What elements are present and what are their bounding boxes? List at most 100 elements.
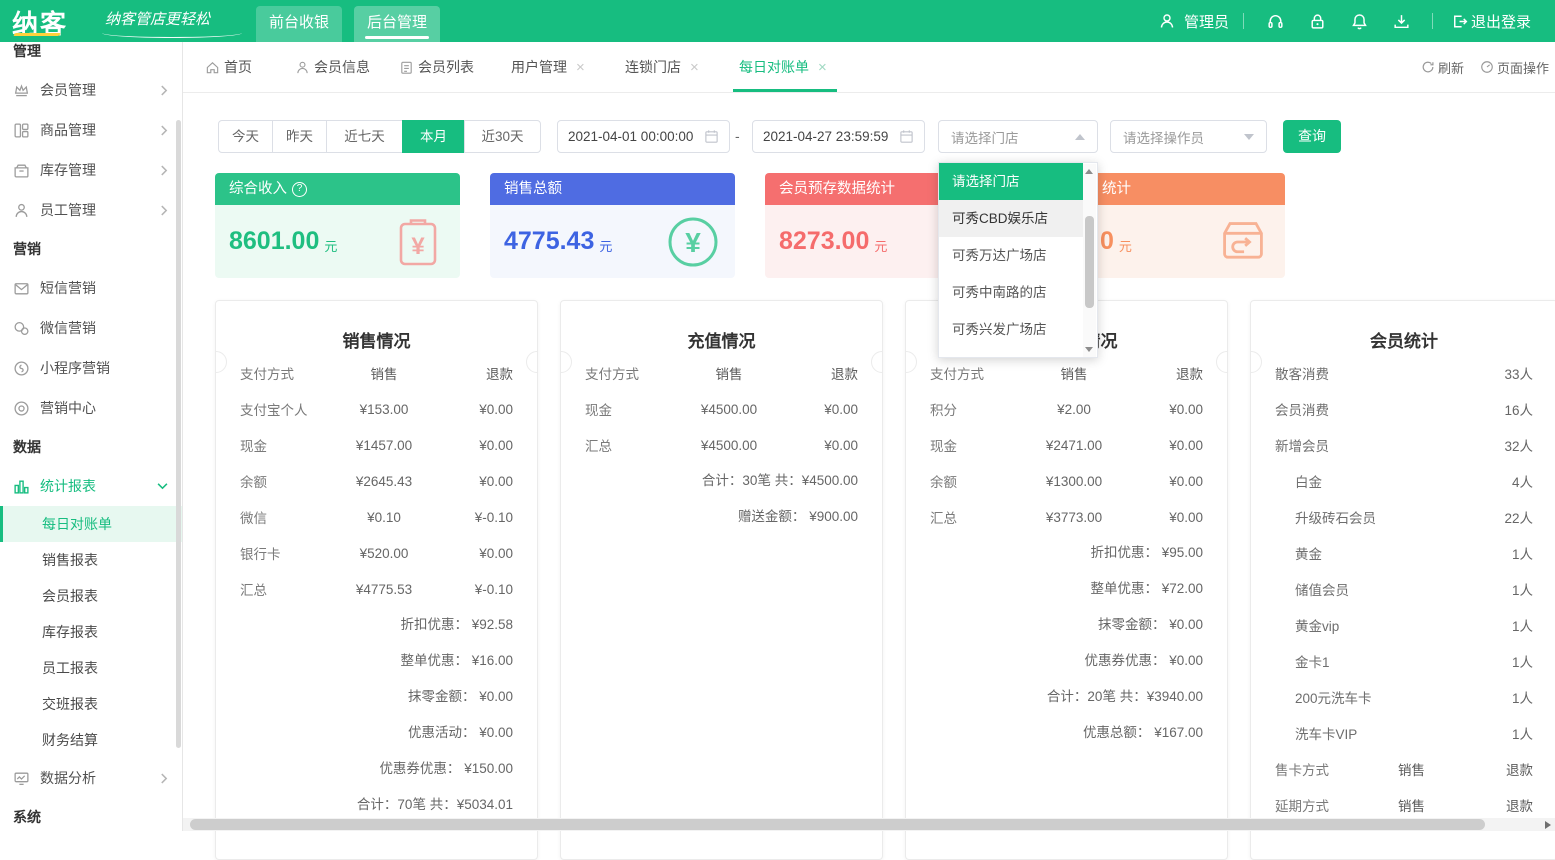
stat-row: 升级砖石会员 22人 [1251,499,1555,535]
stat-row: 黄金 1人 [1251,535,1555,571]
sidebar-item-sms-marketing[interactable]: 短信营销 [0,268,182,308]
tab-member-info[interactable]: 会员信息 [295,42,370,92]
scroll-down-icon[interactable] [1085,347,1093,352]
dropdown-option-store[interactable]: 可秀中南路的店 [939,274,1083,311]
sidebar-scrollbar[interactable] [176,120,181,748]
tab-label: 连锁门店 [625,57,681,77]
summary-line: 合计：20笔 共：¥3940.00 [906,679,1227,715]
lock-icon[interactable] [1300,0,1334,42]
circle-yen-icon: ¥ [667,216,719,268]
tab-home[interactable]: 首页 [205,42,252,92]
sidebar-item-goods-manage[interactable]: 商品管理 [0,110,182,150]
stat-row: 200元洗车卡 1人 [1251,679,1555,715]
sidebar-item-marketing-center[interactable]: 营销中心 [0,388,182,428]
panel-notch [1216,351,1238,373]
miniprogram-icon [13,360,30,377]
range-today-button[interactable]: 今天 [218,120,273,153]
sidebar-subitem-member-report[interactable]: 会员报表 [0,578,182,614]
summary-line: 整单优惠： ¥16.00 [216,643,537,679]
sidebar-subitem-staff-report[interactable]: 员工报表 [0,650,182,686]
table-row: 汇总 ¥4500.00 ¥0.00 [561,427,882,463]
sidebar-subitem-daily-statement[interactable]: 每日对账单 [0,506,182,542]
nav-back-manage[interactable]: 后台管理 [354,6,440,42]
tab-user-manage[interactable]: 用户管理 × [511,42,585,92]
dropdown-scrollbar[interactable] [1083,164,1096,357]
sidebar-item-member-manage[interactable]: 会员管理 [0,70,182,110]
sidebar-subitem-sales-report[interactable]: 销售报表 [0,542,182,578]
sidebar-item-label: 短信营销 [40,278,96,298]
sidebar-subitem-finance-settle[interactable]: 财务结算 [0,722,182,758]
tab-member-list[interactable]: 会员列表 [399,42,474,92]
table-row: 余额 ¥1300.00 ¥0.00 [906,463,1227,499]
dropdown-option-store[interactable]: 可秀汉街店 [939,348,1083,358]
range-yesterday-button[interactable]: 昨天 [272,120,327,153]
sidebar-subitem-shift-report[interactable]: 交班报表 [0,686,182,722]
sidebar-item-miniprogram-marketing[interactable]: 小程序营销 [0,348,182,388]
horizontal-scroll-thumb[interactable] [190,819,1485,830]
date-to-input[interactable]: 2021-04-27 23:59:59 [752,120,925,153]
sidebar-item-wechat-marketing[interactable]: 微信营销 [0,308,182,348]
close-icon[interactable]: × [690,59,699,76]
table-row: 余额 ¥2645.43 ¥0.00 [216,463,537,499]
card-total-income: 综合收入 ? 8601.00 元 ¥ [215,173,460,278]
close-icon[interactable]: × [818,59,827,76]
scroll-right-icon[interactable] [1545,821,1551,829]
dropdown-option-placeholder[interactable]: 请选择门店 [939,163,1083,200]
range-last30days-button[interactable]: 近30天 [464,120,541,153]
logout-label[interactable]: 退出登录 [1471,11,1531,32]
store-select-value: 请选择门店 [951,127,1019,147]
sidebar-item-inventory-manage[interactable]: 库存管理 [0,150,182,190]
username[interactable]: 管理员 [1184,11,1229,32]
bell-icon[interactable] [1342,0,1376,42]
sidebar-item-statistic-reports[interactable]: 统计报表 [0,466,182,506]
dropdown-option-store[interactable]: 可秀兴发广场店 [939,311,1083,348]
svg-text:¥: ¥ [685,227,701,258]
page-ops-button[interactable]: 页面操作 [1480,42,1549,92]
sidebar-item-staff-manage[interactable]: 员工管理 [0,190,182,230]
close-icon[interactable]: × [576,59,585,76]
wechat-icon [13,320,30,337]
table-row: 现金 ¥1457.00 ¥0.00 [216,427,537,463]
operator-select[interactable]: 请选择操作员 [1110,120,1267,153]
tab-daily-statement[interactable]: 每日对账单 × [739,42,827,92]
tab-chain-store[interactable]: 连锁门店 × [625,42,699,92]
refresh-button[interactable]: 刷新 [1421,42,1464,92]
table-row: 支付宝个人 ¥153.00 ¥0.00 [216,391,537,427]
sidebar-subitem-inventory-report[interactable]: 库存报表 [0,614,182,650]
horizontal-scrollbar[interactable] [183,818,1555,831]
panel-sales: 销售情况 支付方式 销售 退款 支付宝个人 ¥153.00 ¥0.00 现金 ¥… [215,300,538,860]
panel-notch [526,351,548,373]
table-row: 微信 ¥0.10 ¥-0.10 [216,499,537,535]
tab-label: 用户管理 [511,57,567,77]
page-ops-label: 页面操作 [1497,58,1549,77]
table-header-row: 支付方式 销售 退款 [216,355,537,391]
sidebar-item-label: 会员管理 [40,80,96,100]
store-select[interactable]: 请选择门店 [938,120,1098,153]
sidebar-section-data: 数据 [0,428,182,466]
card-total-sales: 销售总额 4775.43 元 ¥ [490,173,735,278]
help-icon[interactable]: ? [292,182,307,197]
download-icon[interactable] [1384,0,1418,42]
user-avatar-icon[interactable] [1150,0,1184,42]
dropdown-scroll-thumb[interactable] [1085,216,1094,308]
range-last7days-button[interactable]: 近七天 [326,120,403,153]
nav-front-cashier[interactable]: 前台收银 [256,6,342,42]
dropdown-option-store[interactable]: 可秀万达广场店 [939,237,1083,274]
svg-text:¥: ¥ [411,233,425,260]
headset-icon[interactable] [1258,0,1292,42]
summary-line: 优惠总额： ¥167.00 [906,715,1227,751]
content-area: 今天 昨天 近七天 本月 近30天 2021-04-01 00:00:00 - … [183,93,1555,831]
goods-icon [13,122,30,139]
logout-icon[interactable] [1447,0,1471,42]
sidebar-item-data-analysis[interactable]: 数据分析 [0,758,182,798]
person-icon [13,202,30,219]
search-button[interactable]: 查询 [1283,120,1341,153]
summary-line: 整单优惠： ¥72.00 [906,571,1227,607]
scroll-up-icon[interactable] [1085,169,1093,174]
date-from-input[interactable]: 2021-04-01 00:00:00 [557,120,730,153]
caret-up-icon [1075,134,1085,140]
range-thismonth-button[interactable]: 本月 [402,120,465,153]
stat-row: 黄金vip 1人 [1251,607,1555,643]
dropdown-option-store[interactable]: 可秀CBD娱乐店 [939,200,1083,237]
card-value: 8273.00 [779,227,869,256]
